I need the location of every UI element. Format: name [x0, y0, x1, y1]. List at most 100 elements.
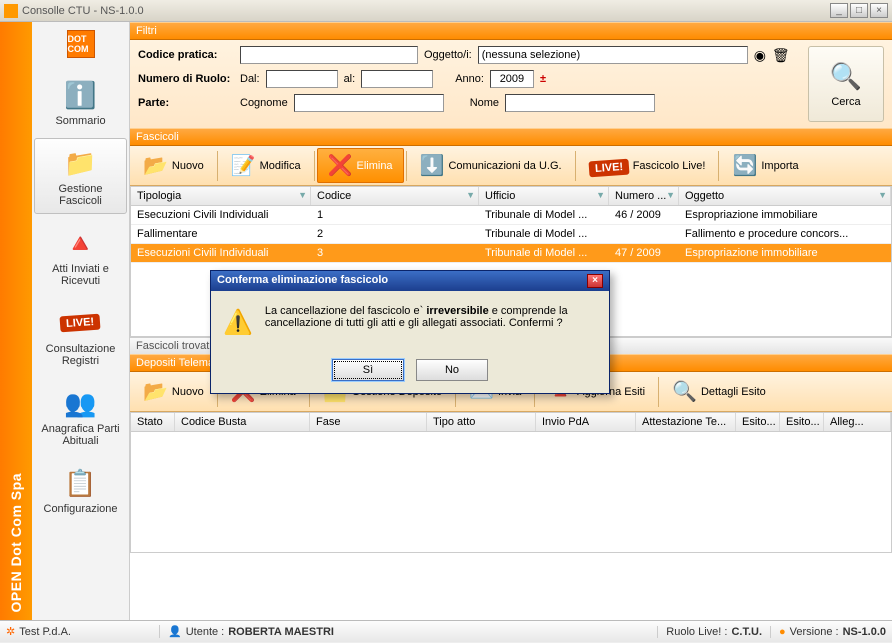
cognome-input[interactable] — [294, 94, 444, 112]
col-oggetto[interactable]: Oggetto▼ — [679, 187, 891, 205]
filter-icon[interactable]: ▼ — [466, 190, 475, 200]
app-icon — [4, 4, 18, 18]
al-label: al: — [344, 73, 356, 85]
table-row[interactable]: Esecuzioni Civili Individuali 3 Tribunal… — [131, 244, 891, 263]
col-numero[interactable]: Numero ...▼ — [609, 187, 679, 205]
parte-label: Parte: — [138, 97, 234, 109]
edit-icon: 📝 — [231, 153, 256, 178]
col-tipologia[interactable]: Tipologia▼ — [131, 187, 311, 205]
filters-header: Filtri — [130, 22, 892, 40]
col-attestazione[interactable]: Attestazione Te... — [636, 413, 736, 431]
status-test: Test P.d.A. — [19, 626, 71, 638]
cerca-button[interactable]: 🔍 Cerca — [808, 46, 884, 122]
ruolo-label: Ruolo Live! : — [666, 626, 727, 638]
col-codice[interactable]: Codice▼ — [311, 187, 479, 205]
ruolo-value: C.T.U. — [731, 626, 762, 638]
depositi-table-header: Stato Codice Busta Fase Tipo atto Invio … — [131, 413, 891, 432]
col-fase[interactable]: Fase — [310, 413, 427, 431]
filter-icon[interactable]: ▼ — [596, 190, 605, 200]
sidebar-item-gestione-fascicoli[interactable]: 📁 Gestione Fascicoli — [34, 138, 127, 214]
filter-icon[interactable]: ▼ — [878, 190, 887, 200]
minimize-button[interactable]: _ — [830, 3, 848, 18]
oggetto-dropdown-icon[interactable]: ◉ — [754, 47, 766, 64]
filter-icon[interactable]: ▼ — [298, 190, 307, 200]
dialog-close-button[interactable]: × — [587, 274, 603, 288]
col-tipo-atto[interactable]: Tipo atto — [427, 413, 536, 431]
nome-input[interactable] — [505, 94, 655, 112]
new-folder-icon: 📂 — [143, 153, 168, 178]
versione-label: Versione : — [790, 626, 839, 638]
fascicoli-comunicazioni-button[interactable]: ⬇️Comunicazioni da U.G. — [409, 148, 573, 183]
cognome-label: Cognome — [240, 97, 288, 109]
col-allegati[interactable]: Alleg... — [824, 413, 891, 431]
filter-icon[interactable]: ▼ — [666, 190, 675, 200]
fascicoli-header: Fascicoli — [130, 128, 892, 146]
version-dot-icon: ● — [779, 626, 786, 638]
window-title: Consolle CTU - NS-1.0.0 — [22, 5, 830, 17]
fascicoli-live-button[interactable]: LIVE!Fascicolo Live! — [578, 149, 717, 182]
ruolo-dal-input[interactable] — [266, 70, 338, 88]
col-stato[interactable]: Stato — [131, 413, 175, 431]
exchange-icon: 🔺 — [61, 225, 101, 261]
versione-value: NS-1.0.0 — [843, 626, 886, 638]
col-codice-busta[interactable]: Codice Busta — [175, 413, 310, 431]
fascicoli-modifica-button[interactable]: 📝Modifica — [220, 148, 312, 183]
fascicoli-toolbar: 📂Nuovo 📝Modifica ❌Elimina ⬇️Comunicazion… — [130, 146, 892, 186]
filters-panel: Codice pratica: Oggetto/i: ◉ 🗑 Numero di… — [130, 40, 892, 128]
maximize-button[interactable]: □ — [850, 3, 868, 18]
sidebar-item-label: Configurazione — [44, 503, 118, 515]
confirm-delete-dialog: Conferma eliminazione fascicolo × ⚠️ La … — [210, 270, 610, 394]
folder-search-icon: 📁 — [61, 145, 101, 181]
people-icon: 👥 — [61, 385, 101, 421]
sidebar-item-label: Consultazione Registri — [37, 343, 124, 367]
oggetto-clear-icon[interactable]: 🗑 — [772, 47, 790, 64]
fascicoli-importa-button[interactable]: 🔄Importa — [721, 148, 809, 183]
delete-icon: ❌ — [328, 153, 353, 178]
depositi-empty-body — [131, 432, 891, 552]
download-icon: ⬇️ — [420, 153, 445, 178]
table-row[interactable]: Esecuzioni Civili Individuali 1 Tribunal… — [131, 206, 891, 225]
sidebar-item-label: Atti Inviati e Ricevuti — [37, 263, 124, 287]
col-esito1[interactable]: Esito... — [736, 413, 780, 431]
new-folder-icon: 📂 — [143, 379, 168, 404]
warning-icon: ⚠️ — [223, 305, 253, 339]
brand-vertical-text: OPEN Dot Com Spa — [8, 465, 24, 620]
info-icon: ℹ️ — [61, 77, 101, 113]
fascicoli-elimina-button[interactable]: ❌Elimina — [317, 148, 404, 183]
import-icon: 🔄 — [732, 153, 757, 178]
oggetto-input[interactable] — [478, 46, 748, 64]
details-icon: 🔍 — [672, 379, 697, 404]
dal-label: Dal: — [240, 73, 260, 85]
anno-input[interactable] — [490, 70, 534, 88]
fascicoli-nuovo-button[interactable]: 📂Nuovo — [132, 148, 215, 183]
ruolo-al-input[interactable] — [361, 70, 433, 88]
settings-icon: 📋 — [61, 465, 101, 501]
sidebar-item-atti[interactable]: 🔺 Atti Inviati e Ricevuti — [34, 218, 127, 294]
sidebar: DOT COM ℹ️ Sommario 📁 Gestione Fascicoli… — [32, 22, 130, 620]
anno-label: Anno: — [455, 73, 484, 85]
table-row[interactable]: Fallimentare 2 Tribunale di Model ... Fa… — [131, 225, 891, 244]
anno-spinner-icon[interactable]: ± — [540, 73, 546, 85]
utente-value: ROBERTA MAESTRI — [228, 626, 334, 638]
depositi-nuovo-button[interactable]: 📂Nuovo — [132, 374, 215, 409]
sidebar-item-consultazione[interactable]: LIVE! Consultazione Registri — [34, 298, 127, 374]
numero-ruolo-label: Numero di Ruolo: — [138, 73, 234, 85]
sidebar-item-label: Gestione Fascicoli — [37, 183, 124, 207]
dialog-no-button[interactable]: No — [416, 359, 488, 381]
col-invio-pda[interactable]: Invio PdA — [536, 413, 636, 431]
close-button[interactable]: × — [870, 3, 888, 18]
sidebar-item-label: Anagrafica Parti Abituali — [37, 423, 124, 447]
sidebar-item-configurazione[interactable]: 📋 Configurazione — [34, 458, 127, 522]
dialog-title-bar: Conferma eliminazione fascicolo × — [211, 271, 609, 291]
sidebar-item-sommario[interactable]: ℹ️ Sommario — [34, 70, 127, 134]
nome-label: Nome — [470, 97, 499, 109]
sidebar-item-anagrafica[interactable]: 👥 Anagrafica Parti Abituali — [34, 378, 127, 454]
col-esito2[interactable]: Esito... — [780, 413, 824, 431]
codice-pratica-input[interactable] — [240, 46, 418, 64]
dialog-yes-button[interactable]: Sì — [332, 359, 404, 381]
status-bar: ✲ Test P.d.A. 👤 Utente : ROBERTA MAESTRI… — [0, 620, 892, 642]
col-ufficio[interactable]: Ufficio▼ — [479, 187, 609, 205]
depositi-dettagli-button[interactable]: 🔍Dettagli Esito — [661, 374, 777, 409]
brand-logo: DOT COM — [67, 30, 95, 58]
live-badge-icon: LIVE! — [589, 154, 629, 177]
